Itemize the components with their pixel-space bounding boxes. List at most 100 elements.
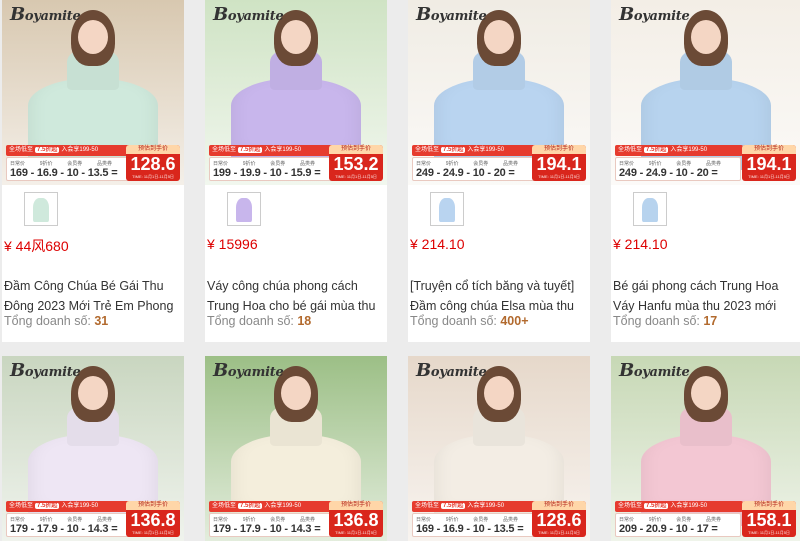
brand-logo: Boyamite [10, 4, 81, 25]
promo-strip: 全场低至 7.5折起 入会享199-50 [6, 501, 134, 512]
product-image[interactable]: Boyamite 全场低至 7.5折起 入会享199-50 日常价 9折价 会员券 品类券… [611, 356, 800, 541]
final-price: 136.8 [130, 510, 176, 530]
model-face [281, 20, 311, 54]
final-price: 194.1 [746, 154, 792, 174]
product-image[interactable]: Boyamite 全场低至 7.5折起 入会享199-50 日常价 9折价 会员券 品类券… [2, 0, 184, 185]
promo-strip: 全场低至 7.5折起 入会享199-50 [615, 145, 743, 156]
price-calculation: 日常价 9折价 会员券 品类券 249 - 24.9 - 10 - 20 = [412, 157, 538, 181]
brand-logo: Boyamite [416, 360, 487, 381]
product-image[interactable]: Boyamite 全场低至 7.5折起 入会享199-50 日常价 9折价 会员券 品类券… [205, 356, 387, 541]
product-card-7[interactable]: Boyamite 全场低至 7.5折起 入会享199-50 日常价 9折价 会员券 品类券… [408, 356, 590, 541]
product-image[interactable]: Boyamite 全场低至 7.5折起 入会享199-50 日常价 9折价 会员券 品类券… [408, 0, 590, 185]
product-price: ¥ 15996 [207, 236, 258, 252]
product-title[interactable]: Đầm Công Chúa Bé Gái Thu Đông 2023 Mới T… [4, 276, 174, 316]
final-price-label: 预估到手价 [126, 501, 180, 510]
price-banner: 全场低至 7.5折起 入会享199-50 日常价 9折价 会员券 品类券 199 - 19… [205, 145, 387, 185]
brand-logo: Boyamite [213, 360, 284, 381]
final-price: 194.1 [536, 154, 582, 174]
price-calculation: 日常价 9折价 会员券 品类券 169 - 16.9 - 10 - 13.5 = [6, 157, 132, 181]
total-sales: Tổng doanh số: 18 [207, 314, 312, 328]
variant-thumbnail[interactable] [227, 192, 261, 226]
price-banner: 全场低至 7.5折起 入会享199-50 日常价 9折价 会员券 品类券 169 - 16… [408, 501, 590, 541]
brand-logo: Boyamite [10, 360, 81, 381]
variant-thumbnail[interactable] [633, 192, 667, 226]
product-image[interactable]: Boyamite 全场低至 7.5折起 入会享199-50 日常价 9折价 会员券 品类券… [205, 0, 387, 185]
promo-strip: 全场低至 7.5折起 入会享199-50 [6, 145, 134, 156]
product-title[interactable]: Váy công chúa phong cách Trung Hoa cho b… [207, 276, 377, 316]
final-price-box: 预估到手价 128.6 TIME: 11月1日-11月5日 [126, 145, 180, 181]
product-image[interactable]: Boyamite 全场低至 7.5折起 入会享199-50 日常价 9折价 会员券 品类券… [2, 356, 184, 541]
variant-dress-icon [642, 198, 658, 222]
product-card-5[interactable]: Boyamite 全场低至 7.5折起 入会享199-50 日常价 9折价 会员券 品类券… [2, 356, 184, 541]
product-card-8[interactable]: Boyamite 全场低至 7.5折起 入会享199-50 日常价 9折价 会员券 品类券… [611, 356, 800, 541]
price-banner: 全场低至 7.5折起 入会享199-50 日常价 9折价 会员券 品类券 179 - 17… [2, 501, 184, 541]
final-price-label: 预估到手价 [532, 501, 586, 510]
final-price-box: 预估到手价 194.1 TIME: 11月1日-11月5日 [532, 145, 586, 181]
promo-strip: 全场低至 7.5折起 入会享199-50 [412, 501, 540, 512]
brand-logo: Boyamite [416, 4, 487, 25]
final-price-label: 预估到手价 [329, 501, 383, 510]
variant-thumbnail[interactable] [430, 192, 464, 226]
final-price-box: 预估到手价 136.8 TIME: 11月1日-11月5日 [126, 501, 180, 537]
variant-dress-icon [236, 198, 252, 222]
final-price-label: 预估到手价 [329, 145, 383, 154]
price-calculation: 日常价 9折价 会员券 品类券 179 - 17.9 - 10 - 14.3 = [6, 513, 132, 537]
calc-numbers: 249 - 24.9 - 10 - 20 = [416, 167, 515, 179]
product-title[interactable]: Bé gái phong cách Trung Hoa Váy Hanfu mù… [613, 276, 783, 316]
final-price-box: 预估到手价 194.1 TIME: 11月1日-11月5日 [742, 145, 796, 181]
brand-logo: Boyamite [619, 360, 690, 381]
product-image[interactable]: Boyamite 全场低至 7.5折起 入会享199-50 日常价 9折价 会员券 品类券… [611, 0, 800, 185]
model-face [690, 376, 721, 410]
model-face [484, 376, 514, 410]
price-banner: 全场低至 7.5折起 入会享199-50 日常价 9折价 会员券 品类券 169 - 16… [2, 145, 184, 185]
final-price: 128.6 [130, 154, 176, 174]
product-price: ¥ 214.10 [613, 236, 668, 252]
final-price-label: 预估到手价 [532, 145, 586, 154]
calc-numbers: 209 - 20.9 - 10 - 17 = [619, 523, 718, 535]
price-calculation: 日常价 9折价 会员券 品类券 249 - 24.9 - 10 - 20 = [615, 157, 741, 181]
total-sales: Tổng doanh số: 31 [4, 314, 109, 328]
model-face [281, 376, 311, 410]
model-face [690, 20, 721, 54]
total-sales: Tổng doanh số: 400+ [410, 314, 529, 328]
final-price: 158.1 [746, 510, 792, 530]
final-price-label: 预估到手价 [742, 145, 796, 154]
final-price-box: 预估到手价 136.8 TIME: 11月1日-11月5日 [329, 501, 383, 537]
calc-numbers: 179 - 17.9 - 10 - 14.3 = [213, 523, 321, 535]
model-face [78, 20, 108, 54]
product-title[interactable]: [Truyện cổ tích băng và tuyết] Đầm công … [410, 276, 580, 316]
promo-strip: 全场低至 7.5折起 入会享199-50 [412, 145, 540, 156]
promo-strip: 全场低至 7.5折起 入会享199-50 [209, 145, 337, 156]
model-face [78, 376, 108, 410]
variant-dress-icon [439, 198, 455, 222]
final-price-label: 预估到手价 [126, 145, 180, 154]
product-price: ¥ 214.10 [410, 236, 465, 252]
product-image[interactable]: Boyamite 全场低至 7.5折起 入会享199-50 日常价 9折价 会员券 品类券… [408, 356, 590, 541]
price-banner: 全场低至 7.5折起 入会享199-50 日常价 9折价 会员券 品类券 249 - 24… [408, 145, 590, 185]
product-card-1[interactable]: Boyamite 全场低至 7.5折起 入会享199-50 日常价 9折价 会员券 品类券… [2, 0, 184, 342]
product-card-4[interactable]: Boyamite 全场低至 7.5折起 入会享199-50 日常价 9折价 会员券 品类券… [611, 0, 800, 342]
brand-logo: Boyamite [213, 4, 284, 25]
variant-thumbnail[interactable] [24, 192, 58, 226]
final-price-box: 预估到手价 153.2 TIME: 11月1日-11月5日 [329, 145, 383, 181]
product-price: ¥ 44风680 [4, 238, 69, 254]
calc-numbers: 169 - 16.9 - 10 - 13.5 = [10, 167, 118, 179]
calc-numbers: 249 - 24.9 - 10 - 20 = [619, 167, 718, 179]
promo-strip: 全场低至 7.5折起 入会享199-50 [209, 501, 337, 512]
final-price-box: 预估到手价 128.6 TIME: 11月1日-11月5日 [532, 501, 586, 537]
product-card-3[interactable]: Boyamite 全场低至 7.5折起 入会享199-50 日常价 9折价 会员券 品类券… [408, 0, 590, 342]
price-banner: 全场低至 7.5折起 入会享199-50 日常价 9折价 会员券 品类券 179 - 17… [205, 501, 387, 541]
price-banner: 全场低至 7.5折起 入会享199-50 日常价 9折价 会员券 品类券 249 - 24… [611, 145, 800, 185]
model-face [484, 20, 514, 54]
brand-logo: Boyamite [619, 4, 690, 25]
price-calculation: 日常价 9折价 会员券 品类券 169 - 16.9 - 10 - 13.5 = [412, 513, 538, 537]
final-price: 136.8 [333, 510, 379, 530]
calc-numbers: 179 - 17.9 - 10 - 14.3 = [10, 523, 118, 535]
product-card-6[interactable]: Boyamite 全场低至 7.5折起 入会享199-50 日常价 9折价 会员券 品类券… [205, 356, 387, 541]
final-price: 128.6 [536, 510, 582, 530]
final-price-box: 预估到手价 158.1 TIME: 11月1日-11月5日 [742, 501, 796, 537]
price-calculation: 日常价 9折价 会员券 品类券 199 - 19.9 - 10 - 15.9 = [209, 157, 335, 181]
price-calculation: 日常价 9折价 会员券 品类券 179 - 17.9 - 10 - 14.3 = [209, 513, 335, 537]
price-calculation: 日常价 9折价 会员券 品类券 209 - 20.9 - 10 - 17 = [615, 513, 741, 537]
product-card-2[interactable]: Boyamite 全场低至 7.5折起 入会享199-50 日常价 9折价 会员券 品类券… [205, 0, 387, 342]
